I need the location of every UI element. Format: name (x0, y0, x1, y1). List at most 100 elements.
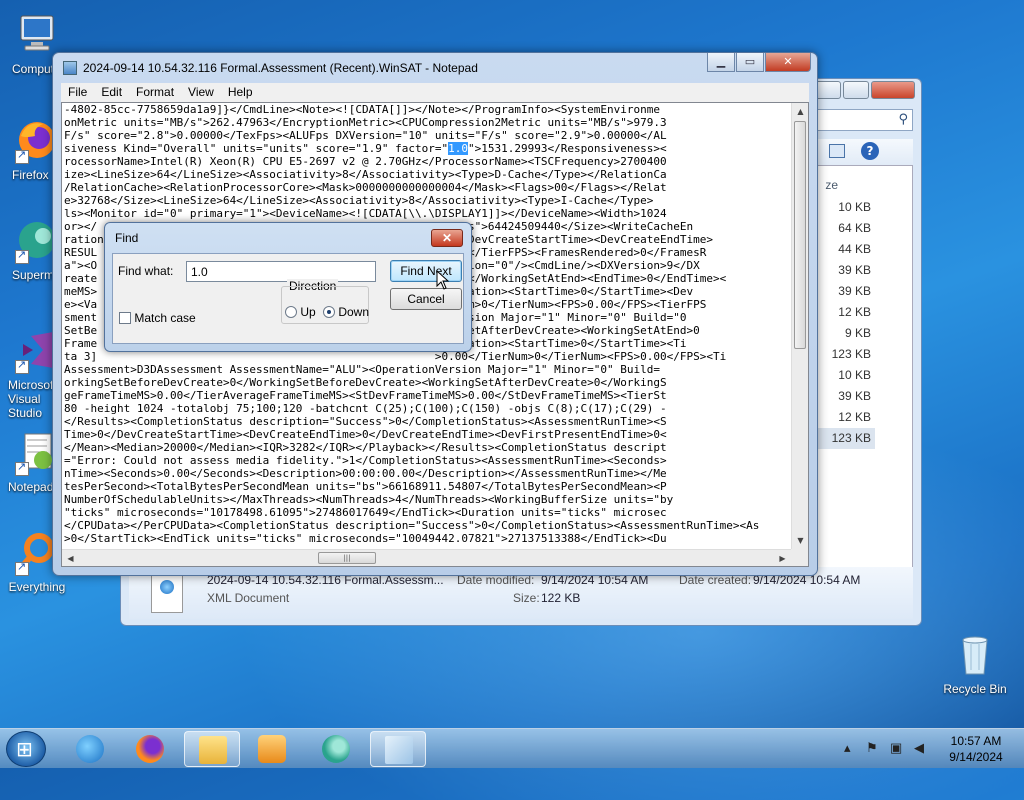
search-box[interactable]: ⚲ (813, 109, 913, 131)
find-next-button[interactable]: Find Next (390, 260, 462, 282)
match-case-checkbox[interactable] (119, 312, 131, 324)
text-line-with-match: siveness Kind="Overall" units="units" sc… (64, 142, 789, 155)
text-line: nTime><Seconds>0.00</Seconds><Descriptio… (64, 467, 667, 480)
find-dialog[interactable]: Find ✕ Find what: Find Next Cancel Direc… (104, 222, 472, 352)
text-line: Assessment>D3DAssessment AssessmentName=… (64, 363, 661, 376)
notepad-title-bar[interactable]: 2024-09-14 10.54.32.116 Formal.Assessmen… (63, 61, 478, 75)
size-column-header[interactable]: ze (825, 178, 838, 192)
taskbar-file-explorer[interactable] (184, 731, 240, 767)
action-center-flag-icon[interactable]: ⚑ (866, 741, 880, 755)
text-line: </CPUData></PerCPUData><CompletionStatus… (64, 519, 760, 532)
desktop-icon-recycle-bin[interactable]: Recycle Bin (938, 630, 1012, 696)
shortcut-arrow-icon (15, 248, 29, 264)
direction-down-label: Down (338, 305, 370, 319)
taskbar-supermium[interactable] (308, 731, 364, 767)
close-button[interactable]: ✕ (431, 229, 463, 247)
menu-format[interactable]: Format (129, 83, 181, 102)
text-line: ize><LineSize>64</LineSize><Associativit… (64, 168, 667, 181)
folder-icon (199, 736, 227, 764)
size-value: 122 KB (541, 591, 581, 605)
notepad-window-controls: ▁ ▭ ✕ (707, 53, 811, 72)
horizontal-scroll-thumb[interactable]: ||| (318, 552, 376, 564)
direction-up-label: Up (300, 305, 316, 319)
preview-pane-icon[interactable] (829, 144, 845, 158)
menu-edit[interactable]: Edit (94, 83, 129, 102)
find-dialog-body: Find what: Find Next Cancel Direction Up… (112, 253, 464, 344)
firefox-icon (136, 735, 164, 763)
scroll-down-icon[interactable]: ▼ (792, 532, 808, 549)
notepad-icon (385, 736, 413, 764)
taskbar-firefox[interactable] (122, 731, 178, 767)
network-icon[interactable]: ▣ (890, 741, 904, 755)
text-line: </Mean><Median>20000</Median><IQR>3282</… (64, 441, 667, 454)
media-player-icon (258, 735, 286, 763)
start-button[interactable] (6, 731, 46, 767)
shortcut-arrow-icon (15, 148, 29, 164)
minimize-button[interactable] (815, 81, 841, 99)
horizontal-scrollbar[interactable]: ◀ ||| ▶ (62, 549, 791, 566)
notepad-title: 2024-09-14 10.54.32.116 Formal.Assessmen… (83, 61, 478, 75)
explorer-toolbar: ▼ ? (803, 139, 913, 165)
internet-explorer-icon (76, 735, 104, 763)
vertical-scrollbar[interactable]: ▲ ▼ (791, 103, 808, 549)
find-what-input[interactable] (186, 261, 376, 282)
search-match-highlight: 1.0 (448, 142, 468, 155)
notepad-icon (63, 61, 77, 75)
text-line: Time>0</DevCreateStartTime><DevCreateEnd… (64, 428, 667, 441)
text-line: 80 -height 1024 -totalobj 75;100;120 -ba… (64, 402, 667, 415)
explorer-window-controls (815, 81, 915, 99)
find-what-label: Find what: (118, 264, 174, 278)
maximize-button[interactable]: ▭ (736, 53, 764, 72)
maximize-button[interactable] (843, 81, 869, 99)
menu-view[interactable]: View (181, 83, 221, 102)
text-line: ="Error: Could not assess media fidelity… (64, 454, 667, 467)
details-filetype: XML Document (207, 591, 290, 605)
clock-date: 9/14/2024 (949, 750, 1003, 764)
shortcut-arrow-icon (15, 358, 29, 374)
scroll-left-icon[interactable]: ◀ (62, 550, 79, 566)
direction-down-option[interactable]: Down (323, 305, 369, 319)
menu-help[interactable]: Help (221, 83, 260, 102)
system-tray: ▴ ⚑ ▣ ◀ 10:57 AM 9/14/2024 (834, 729, 1024, 769)
supermium-icon (322, 735, 350, 763)
xml-document-icon (151, 575, 183, 613)
clock-time: 10:57 AM (950, 734, 1002, 748)
shortcut-arrow-icon (15, 560, 29, 576)
mouse-pointer-icon (436, 269, 450, 290)
text-line: </Results><CompletionStatus description=… (64, 415, 667, 428)
close-button[interactable]: ✕ (765, 53, 811, 72)
taskbar: ▴ ⚑ ▣ ◀ 10:57 AM 9/14/2024 (0, 728, 1024, 768)
shortcut-arrow-icon (15, 460, 29, 476)
find-dialog-title: Find (115, 231, 139, 245)
text-line: e>32768</Size><LineSize>64</LineSize><As… (64, 194, 654, 207)
scroll-right-icon[interactable]: ▶ (774, 550, 791, 566)
show-hidden-icons-icon[interactable]: ▴ (844, 741, 858, 755)
clock[interactable]: 10:57 AM 9/14/2024 (944, 733, 1008, 765)
radio-down[interactable] (323, 306, 335, 318)
size-label: Size: (513, 591, 540, 605)
direction-up-option[interactable]: Up (285, 305, 316, 319)
text-line: -4802-85cc-7758659da1a9]}</CmdLine><Note… (64, 103, 661, 116)
match-case-option[interactable]: Match case (119, 311, 196, 325)
scroll-up-icon[interactable]: ▲ (792, 103, 808, 120)
taskbar-internet-explorer[interactable] (62, 731, 118, 767)
taskbar-media-player[interactable] (244, 731, 300, 767)
close-button[interactable] (871, 81, 915, 99)
text-line: F/s" score="2.8">0.00000</TexFps><ALUFps… (64, 129, 667, 142)
help-icon[interactable]: ? (861, 142, 879, 160)
recycle-bin-icon (951, 630, 999, 678)
menu-file[interactable]: File (61, 83, 94, 102)
scrollbar-corner (791, 549, 808, 566)
taskbar-notepad[interactable] (370, 731, 426, 767)
minimize-button[interactable]: ▁ (707, 53, 735, 72)
search-icon: ⚲ (898, 112, 908, 127)
text-line: NumberOfSchedulableUnits></MaxThreads><N… (64, 493, 674, 506)
text-line: ls><Monitor id="0" primary="1"><DeviceNa… (64, 207, 667, 220)
text-line: >0</StartTick><EndTick units="ticks" mic… (64, 532, 667, 545)
radio-up[interactable] (285, 306, 297, 318)
cancel-button[interactable]: Cancel (390, 288, 462, 310)
text-line: /RelationCache><RelationProcessorCore><M… (64, 181, 667, 194)
computer-icon (13, 10, 61, 58)
vertical-scroll-thumb[interactable] (794, 121, 806, 349)
volume-muted-icon[interactable]: ◀ (914, 741, 928, 755)
